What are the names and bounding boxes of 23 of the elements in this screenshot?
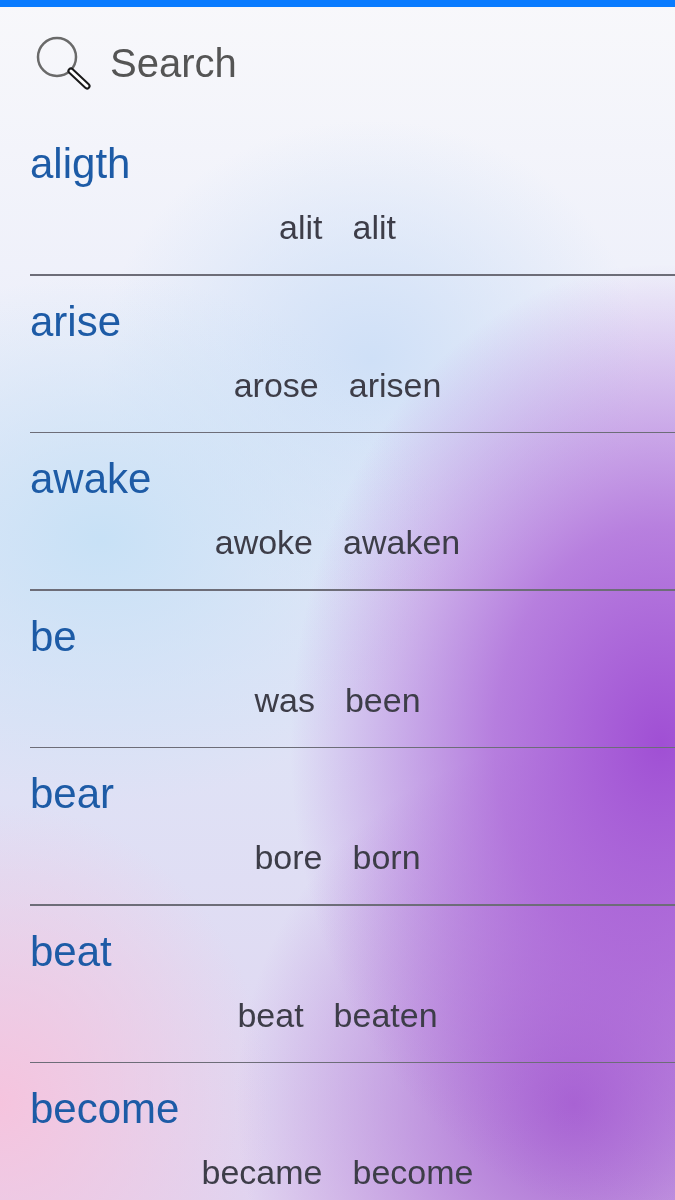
search-icon <box>36 35 92 90</box>
past-tense-form: beat <box>237 994 304 1035</box>
past-participle-form: awaken <box>343 522 461 562</box>
verb-headword[interactable]: awake <box>30 455 152 503</box>
past-tense-form: alit <box>279 207 323 247</box>
past-participle-form: been <box>344 679 421 720</box>
past-participle-form: become <box>352 1152 474 1192</box>
verb-headword[interactable]: beat <box>30 927 112 976</box>
past-tense-form: arose <box>233 364 319 405</box>
past-tense-form: was <box>254 679 315 720</box>
past-tense-form: became <box>201 1152 323 1192</box>
past-tense-form: awoke <box>214 522 314 562</box>
past-participle-form: beaten <box>333 994 438 1035</box>
verb-headword[interactable]: bear <box>30 770 115 818</box>
verb-headword[interactable]: become <box>30 1085 180 1133</box>
past-tense-form: bore <box>254 837 323 877</box>
past-participle-form: born <box>352 837 421 877</box>
verb-headword[interactable]: arise <box>30 297 122 346</box>
verb-headword[interactable]: aligth <box>30 140 131 188</box>
past-participle-form: arisen <box>348 364 442 405</box>
search-field[interactable]: Search <box>110 34 410 91</box>
verb-headword[interactable]: be <box>30 612 77 661</box>
past-participle-form: alit <box>352 207 396 247</box>
